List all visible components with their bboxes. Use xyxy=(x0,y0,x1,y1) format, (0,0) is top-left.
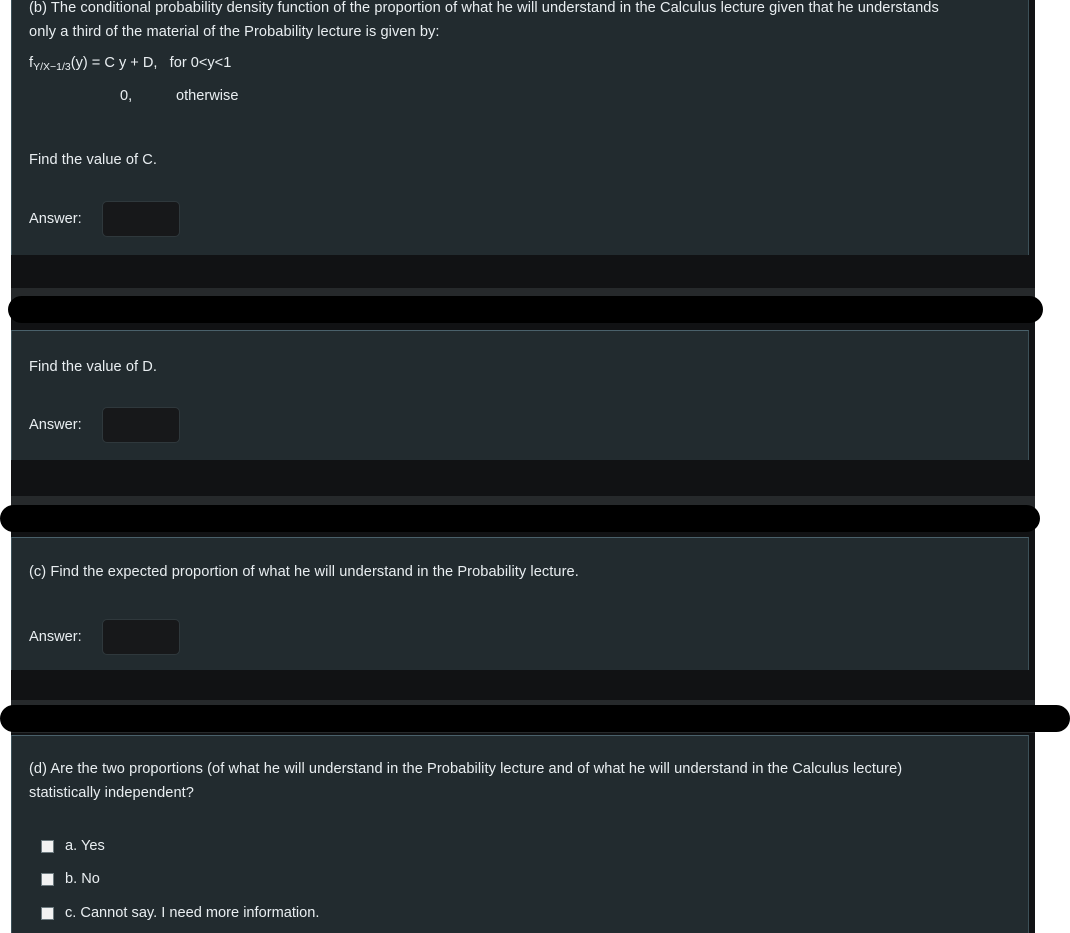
answer-input-c[interactable] xyxy=(101,201,180,237)
question-b-find-c-text: Find the value of C. xyxy=(29,152,158,168)
answer-label-c: Answer: xyxy=(29,629,82,645)
formula-fn-subscript: Y/X−1/3 xyxy=(33,60,71,73)
question-b-prompt-line1: (b) The conditional probability density … xyxy=(29,0,939,16)
right-page-margin xyxy=(1035,0,1070,933)
option-c-label: c. Cannot say. I need more information. xyxy=(65,905,320,921)
question-b-formula-case-otherwise: otherwise xyxy=(176,88,239,104)
answer-label-d: Answer: xyxy=(29,417,82,433)
question-b-partd-panel: Find the value of D. Answer: xyxy=(11,330,1029,460)
answer-input-expected[interactable] xyxy=(101,619,180,655)
option-a-label: a. Yes xyxy=(65,838,105,854)
redaction-bar-3 xyxy=(0,705,1070,732)
answer-input-d[interactable] xyxy=(101,407,180,443)
answer-label: Answer: xyxy=(29,211,82,227)
question-b-find-d-text: Find the value of D. xyxy=(29,359,158,375)
option-row-c[interactable]: c. Cannot say. I need more information. xyxy=(41,905,319,921)
divider-strip-2 xyxy=(11,460,1035,500)
question-b-formula-case-zero: 0, xyxy=(120,88,133,104)
divider-strip-3 xyxy=(11,670,1035,704)
redaction-bar-1 xyxy=(8,296,1043,323)
question-d-prompt-line1: (d) Are the two proportions (of what he … xyxy=(29,761,903,777)
question-b-formula-line1: fY/X−1/3(y) = C y + D, for 0<y<1 xyxy=(29,52,231,78)
question-b-prompt-line2: only a third of the material of the Prob… xyxy=(29,24,440,40)
question-d-prompt-line2: statistically independent? xyxy=(29,785,194,801)
question-c-prompt: (c) Find the expected proportion of what… xyxy=(29,564,579,580)
question-b-answer-row: Answer: xyxy=(29,201,180,237)
checkbox-option-c[interactable] xyxy=(41,906,54,920)
option-row-a[interactable]: a. Yes xyxy=(41,838,105,854)
option-row-b[interactable]: b. No xyxy=(41,871,100,887)
question-b-answer-d-row: Answer: xyxy=(29,407,180,443)
formula-fn-arg: (y) = C y + D, for 0<y<1 xyxy=(70,55,232,71)
question-b-panel: (b) The conditional probability density … xyxy=(11,0,1029,255)
question-c-answer-row: Answer: xyxy=(29,619,180,655)
checkbox-option-a[interactable] xyxy=(41,839,54,853)
option-b-label: b. No xyxy=(65,871,100,887)
question-d-panel: (d) Are the two proportions (of what he … xyxy=(11,735,1029,933)
question-c-panel: (c) Find the expected proportion of what… xyxy=(11,537,1029,670)
page-root: (b) The conditional probability density … xyxy=(0,0,1070,933)
left-page-margin xyxy=(0,0,11,933)
redaction-bar-2 xyxy=(0,505,1040,532)
checkbox-option-b[interactable] xyxy=(41,872,54,886)
divider-strip-1 xyxy=(11,255,1035,291)
